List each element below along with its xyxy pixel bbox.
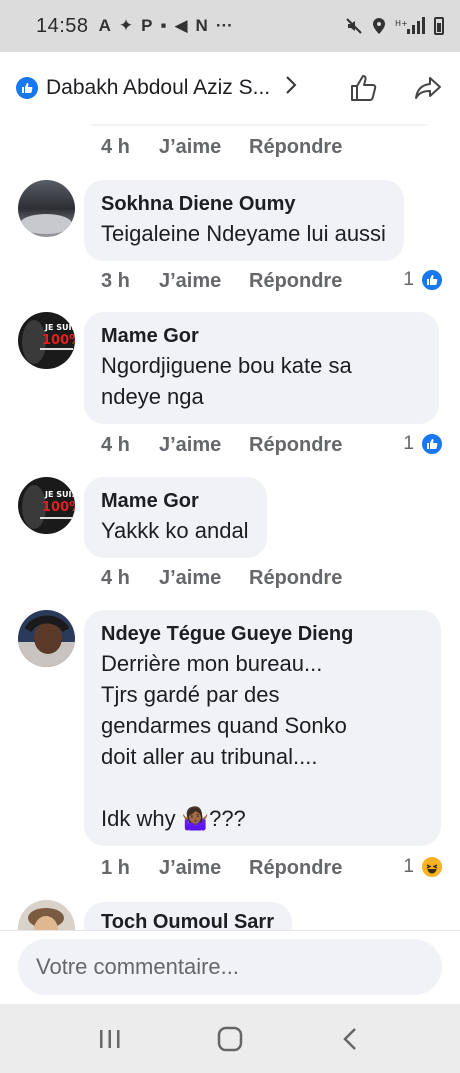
system-icons: H+ <box>345 17 444 35</box>
back-icon[interactable] <box>330 1019 370 1059</box>
reply-button[interactable]: Répondre <box>249 434 342 457</box>
comment-author[interactable]: Ndeye Tégue Gueye Dieng <box>101 620 423 648</box>
comment-meta: 4 h J’aime Répondre <box>101 136 342 159</box>
avatar[interactable]: JE SUIS100% <box>18 312 75 369</box>
svg-text:JE SUIS: JE SUIS <box>44 490 75 499</box>
avatar[interactable] <box>18 180 75 237</box>
status-time: 14:58 <box>36 14 89 37</box>
comment-author[interactable]: Toch Oumoul Sarr <box>101 908 274 930</box>
home-icon[interactable] <box>210 1019 250 1059</box>
like-icon <box>420 432 444 456</box>
battery-icon <box>434 17 444 35</box>
comment-time: 3 h <box>101 270 130 292</box>
reply-button[interactable]: Répondre <box>249 270 342 293</box>
like-button[interactable]: J’aime <box>159 434 249 457</box>
comment-text: Teigaleine Ndeyame lui aussi <box>101 221 386 246</box>
post-header: Dabakh Abdoul Aziz S... <box>0 52 460 124</box>
reaction-count: 1 <box>403 269 414 290</box>
haha-icon <box>420 855 444 879</box>
like-button[interactable]: J’aime <box>159 270 249 293</box>
recent-apps-icon[interactable] <box>90 1019 130 1059</box>
comment-meta: 3 h J’aime Répondre <box>101 270 342 293</box>
comment-meta: 4 h J’aime Répondre <box>101 434 342 457</box>
reaction-summary[interactable]: 1 <box>403 855 444 879</box>
comment-author[interactable]: Sokhna Diene Oumy <box>101 190 386 218</box>
comment-time: 4 h <box>101 434 130 456</box>
like-badge-icon <box>16 77 38 99</box>
comment-time: 1 h <box>101 857 130 879</box>
previous-comment-bubble <box>84 124 434 126</box>
mute-icon <box>346 18 362 34</box>
comment-bubble: Sokhna Diene Oumy Teigaleine Ndeyame lui… <box>84 180 404 261</box>
notification-icons: A ✦ P ▪ ◀ N ··· <box>99 16 233 36</box>
comment-author[interactable]: Mame Gor <box>101 322 421 350</box>
comment-text: Derrière mon bureau... Tjrs gardé par de… <box>101 651 347 831</box>
share-icon[interactable] <box>412 72 444 104</box>
comment-text: Yakkk ko andal <box>101 518 249 543</box>
reaction-summary[interactable]: 1 <box>403 268 444 292</box>
telegram-icon: ◀ <box>174 16 188 35</box>
reaction-summary[interactable]: 1 <box>403 432 444 456</box>
comment-bubble: Mame Gor Ngordjiguene bou kate sa ndeye … <box>84 312 439 424</box>
app-icon: ✦ <box>118 16 134 35</box>
comment-input[interactable] <box>18 939 442 995</box>
comment-meta: 1 h J’aime Répondre <box>101 857 342 880</box>
like-button[interactable]: J’aime <box>159 136 249 159</box>
like-button[interactable]: J’aime <box>159 857 249 880</box>
comment-author[interactable]: Mame Gor <box>101 487 249 515</box>
alert-icon: A <box>98 16 111 35</box>
comment-bubble: Toch Oumoul Sarr <box>84 902 292 930</box>
reply-button[interactable]: Répondre <box>249 857 342 880</box>
chat-icon: ▪ <box>160 16 167 35</box>
signal-icon: H+ <box>395 17 425 34</box>
svg-text:H+: H+ <box>395 19 408 28</box>
avatar[interactable] <box>18 900 75 930</box>
system-nav-bar <box>0 1004 460 1073</box>
post-author-title[interactable]: Dabakh Abdoul Aziz S... <box>46 76 270 100</box>
header-actions <box>348 72 444 104</box>
comment-bubble: Ndeye Tégue Gueye Dieng Derrière mon bur… <box>84 610 441 846</box>
comment-meta: 4 h J’aime Répondre <box>101 567 342 590</box>
like-button[interactable]: J’aime <box>159 567 249 590</box>
chevron-right-icon[interactable] <box>284 74 298 102</box>
reaction-count: 1 <box>403 433 414 454</box>
comments-list[interactable]: 4 h J’aime Répondre Sokhna Diene Oumy Te… <box>0 124 460 930</box>
reply-button[interactable]: Répondre <box>249 567 342 590</box>
thumbs-up-icon[interactable] <box>348 72 380 104</box>
like-icon <box>420 268 444 292</box>
svg-text:JE SUIS: JE SUIS <box>44 323 75 332</box>
location-icon <box>373 18 385 34</box>
more-icon: ··· <box>215 16 233 35</box>
reply-button[interactable]: Répondre <box>249 136 342 159</box>
avatar[interactable] <box>18 610 75 667</box>
comment-composer <box>0 930 460 1004</box>
svg-text:100%: 100% <box>42 500 75 515</box>
status-bar: 14:58 A ✦ P ▪ ◀ N ··· H+ <box>0 0 460 52</box>
comment-time: 4 h <box>101 567 130 589</box>
comment-text: Ngordjiguene bou kate sa ndeye nga <box>101 353 352 409</box>
avatar[interactable]: JE SUIS100% <box>18 477 75 534</box>
comment-bubble: Mame Gor Yakkk ko andal <box>84 477 267 558</box>
p-icon: P <box>141 16 153 35</box>
svg-text:100%: 100% <box>42 333 75 348</box>
reaction-count: 1 <box>403 856 414 877</box>
comment-time: 4 h <box>101 136 130 158</box>
n-icon: N <box>195 16 208 35</box>
